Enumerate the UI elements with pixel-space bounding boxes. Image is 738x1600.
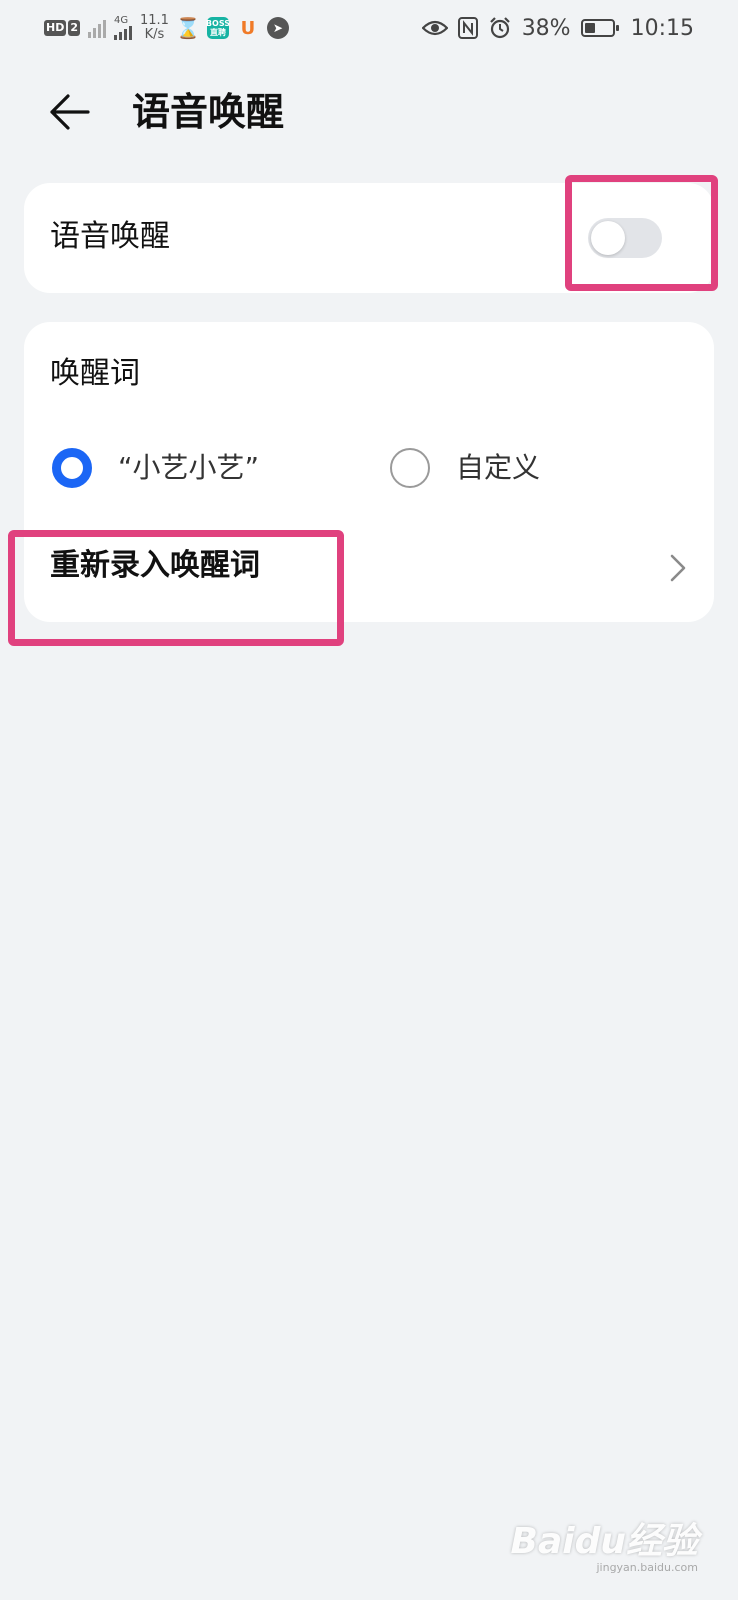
status-right: 38% 10:15 — [421, 10, 694, 46]
voice-wake-toggle[interactable] — [588, 218, 662, 258]
wake-word-option-label: “小艺小艺” — [118, 451, 260, 484]
battery-fill — [584, 23, 595, 33]
network-speed: 11.1 K/s — [140, 14, 169, 42]
sim-label: 2 — [68, 20, 80, 36]
nfc-icon — [457, 17, 478, 39]
shield-app-icon: ➤ — [266, 17, 289, 39]
watermark-logo: Baidu经验 — [510, 1521, 698, 1562]
signal-sim1-icon — [88, 18, 106, 38]
chevron-right-icon — [670, 554, 686, 582]
voice-wake-label: 语音唤醒 — [50, 219, 170, 254]
radio-checked-icon[interactable] — [52, 448, 92, 488]
voice-wake-card: 语音唤醒 — [24, 183, 714, 293]
status-left: HD 2 4G 11.1 K/s ⌛ BOSS 直聘 ᑌ ➤ — [44, 10, 289, 46]
speed-value: 11.1 — [140, 13, 169, 28]
watermark-url: jingyan.baidu.com — [596, 1561, 698, 1574]
speed-unit: K/s — [144, 27, 165, 42]
toggle-knob — [591, 221, 625, 255]
eye-icon — [421, 20, 448, 36]
wake-word-option-label: 自定义 — [456, 451, 541, 484]
battery-percent: 38% — [521, 15, 571, 41]
alarm-icon — [489, 17, 510, 39]
rerecord-wake-word-row[interactable]: 重新录入唤醒词 — [24, 520, 714, 614]
baidu-watermark: Baidu经验 jingyan.baidu.com — [511, 1522, 698, 1574]
wake-word-option-custom[interactable]: 自定义 — [390, 446, 540, 490]
boss-app-label: BOSS 直聘 — [205, 19, 230, 37]
back-arrow-icon — [50, 94, 90, 130]
app-bar: 语音唤醒 — [0, 70, 738, 150]
didi-app-icon: ᑌ — [240, 17, 256, 39]
hd-icon: HD 2 — [44, 20, 80, 36]
network-type-label: 4G — [114, 15, 129, 26]
back-button[interactable] — [44, 86, 96, 138]
clock: 10:15 — [630, 15, 694, 41]
hd-label: HD — [44, 20, 67, 36]
wake-words-title: 唤醒词 — [50, 356, 140, 391]
hourglass-icon: ⌛ — [175, 16, 201, 40]
radio-unchecked-icon[interactable] — [390, 448, 430, 488]
wake-word-option-default[interactable]: “小艺小艺” — [52, 446, 259, 490]
boss-app-icon: BOSS 直聘 — [205, 17, 230, 39]
battery-icon — [580, 19, 619, 37]
wake-words-card: 唤醒词 “小艺小艺” 自定义 重新录入唤醒词 — [24, 322, 714, 622]
rerecord-wake-word-label: 重新录入唤醒词 — [50, 548, 260, 583]
signal-sim2-icon: 4G — [114, 16, 132, 40]
status-bar: HD 2 4G 11.1 K/s ⌛ BOSS 直聘 ᑌ ➤ 38% 10:15 — [0, 0, 738, 56]
page-title: 语音唤醒 — [132, 90, 285, 134]
